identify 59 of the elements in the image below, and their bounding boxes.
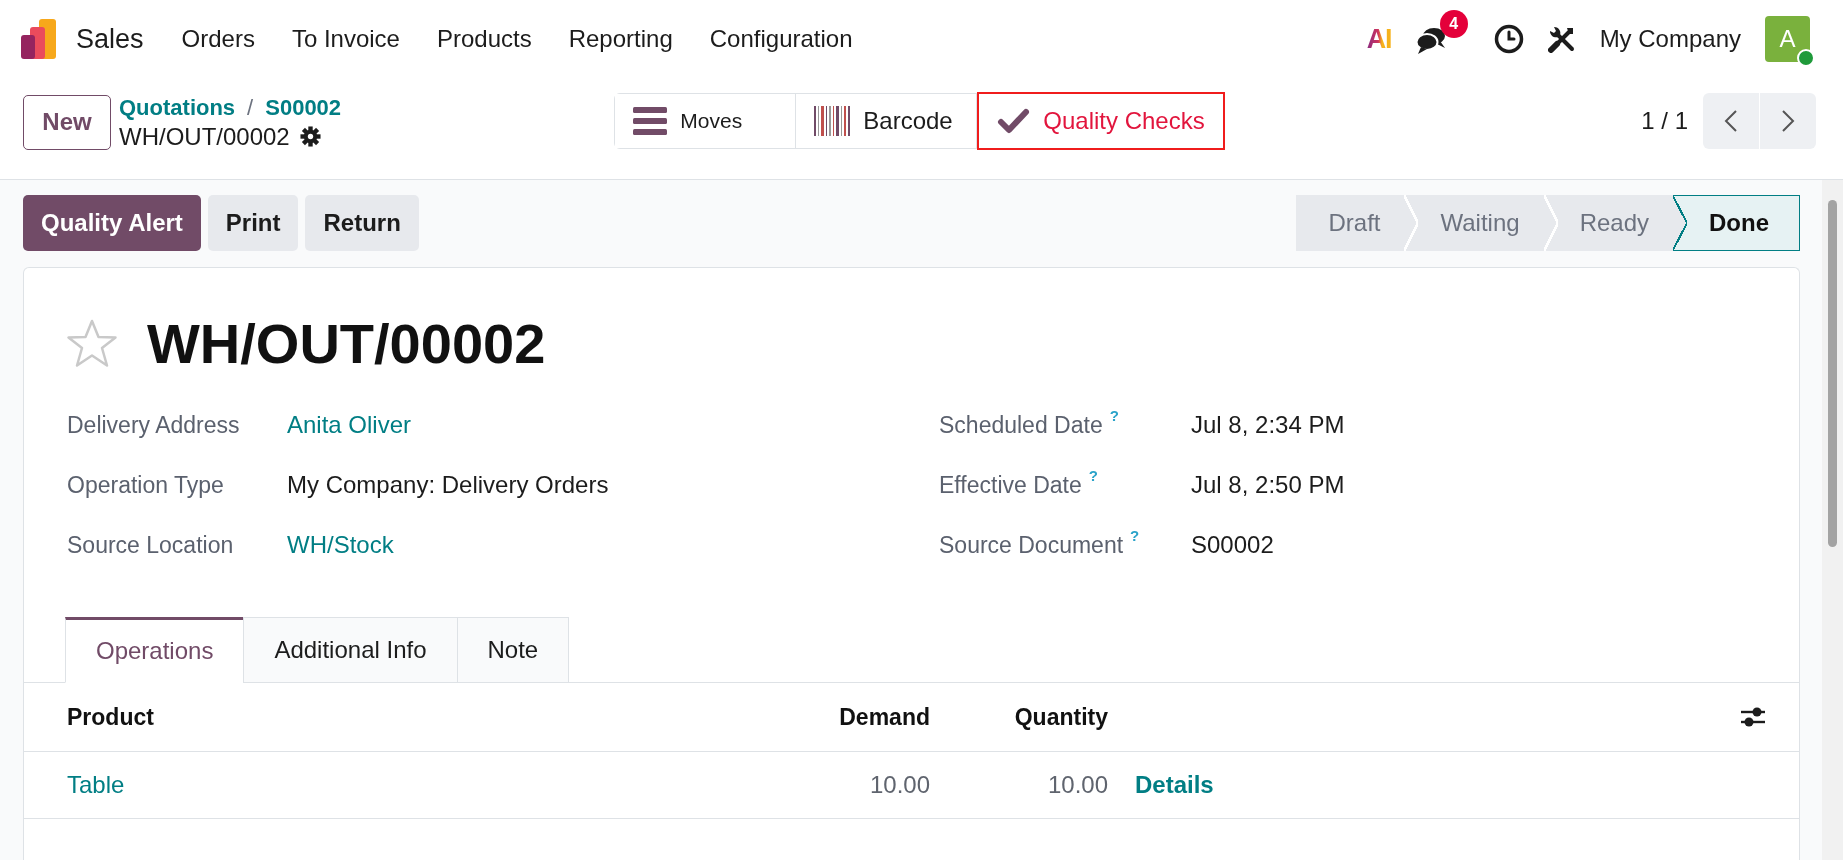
breadcrumb-link[interactable]: S00002 bbox=[265, 93, 342, 122]
status-stage[interactable]: Draft bbox=[1296, 195, 1405, 251]
field-link[interactable]: WH/Stock bbox=[287, 531, 394, 559]
field-label: Delivery Address bbox=[67, 411, 240, 439]
smart-button[interactable]: Moves bbox=[615, 94, 797, 148]
column-header[interactable]: Quantity bbox=[1014, 703, 1108, 731]
bars-icon bbox=[633, 107, 668, 135]
field-link[interactable]: Anita Oliver bbox=[287, 411, 412, 439]
field-label: Operation Type bbox=[67, 471, 224, 499]
notebook-tab[interactable]: Operations bbox=[65, 617, 245, 683]
menu-item[interactable]: Orders bbox=[181, 25, 255, 53]
app-name[interactable]: Sales bbox=[76, 23, 144, 55]
record-title: WH/OUT/00002 bbox=[147, 311, 546, 377]
sliders-icon[interactable] bbox=[1741, 706, 1765, 728]
chat-icon[interactable] bbox=[1415, 27, 1446, 54]
check-icon bbox=[997, 108, 1031, 134]
company-switcher[interactable]: My Company bbox=[1599, 25, 1741, 53]
settings-icon[interactable] bbox=[299, 126, 321, 147]
field-value: My Company: Delivery Orders bbox=[287, 471, 609, 499]
status-stage[interactable]: Waiting bbox=[1404, 195, 1544, 251]
scrollbar-thumb[interactable] bbox=[1828, 200, 1837, 547]
field-label: Source Document bbox=[939, 531, 1124, 559]
clock-icon[interactable] bbox=[1493, 24, 1524, 54]
table-cell: 10.00 bbox=[869, 771, 930, 799]
barcode-icon bbox=[814, 106, 851, 136]
menu-item[interactable]: To Invoice bbox=[291, 25, 400, 53]
notebook-tab[interactable]: Additional Info bbox=[243, 617, 458, 683]
pager-value: 1 / 1 bbox=[1641, 107, 1688, 135]
chevron-left-icon bbox=[1724, 109, 1738, 133]
field-label: Scheduled Date bbox=[939, 411, 1103, 439]
tools-icon[interactable] bbox=[1547, 25, 1576, 53]
status-stage[interactable]: Done bbox=[1673, 195, 1800, 251]
status-stage[interactable]: Ready bbox=[1543, 195, 1673, 251]
chevron-right-icon bbox=[1781, 109, 1795, 133]
record-name: WH/OUT/00002 bbox=[119, 122, 290, 151]
new-button[interactable]: New bbox=[23, 94, 111, 150]
action-button[interactable]: Quality Alert bbox=[23, 195, 201, 251]
column-header[interactable]: Demand bbox=[839, 703, 930, 731]
field-value: S00002 bbox=[1191, 531, 1274, 559]
star-icon[interactable] bbox=[66, 319, 118, 369]
notebook-tab[interactable]: Note bbox=[456, 617, 570, 683]
breadcrumb-link[interactable]: Quotations bbox=[119, 93, 236, 122]
scrollbar[interactable] bbox=[1822, 180, 1843, 860]
breadcrumb-separator: / bbox=[247, 94, 254, 122]
message-count-badge: 4 bbox=[1439, 10, 1468, 38]
action-button[interactable]: Print bbox=[207, 195, 299, 251]
menu-item[interactable]: Reporting bbox=[568, 25, 673, 53]
field-label: Effective Date bbox=[939, 471, 1082, 499]
action-button[interactable]: Return bbox=[305, 195, 419, 251]
column-header[interactable]: Product bbox=[67, 703, 154, 731]
smart-button[interactable]: Quality Checks bbox=[977, 92, 1225, 150]
menu-item[interactable]: Configuration bbox=[709, 25, 853, 53]
product-link[interactable]: Table bbox=[67, 771, 125, 799]
table-cell: 10.00 bbox=[1047, 771, 1108, 799]
menu-item[interactable]: Products bbox=[436, 25, 532, 53]
field-value: Jul 8, 2:50 PM bbox=[1191, 471, 1345, 499]
details-link[interactable]: Details bbox=[1135, 771, 1214, 799]
field-value: Jul 8, 2:34 PM bbox=[1191, 411, 1345, 439]
field-label: Source Location bbox=[67, 531, 234, 559]
